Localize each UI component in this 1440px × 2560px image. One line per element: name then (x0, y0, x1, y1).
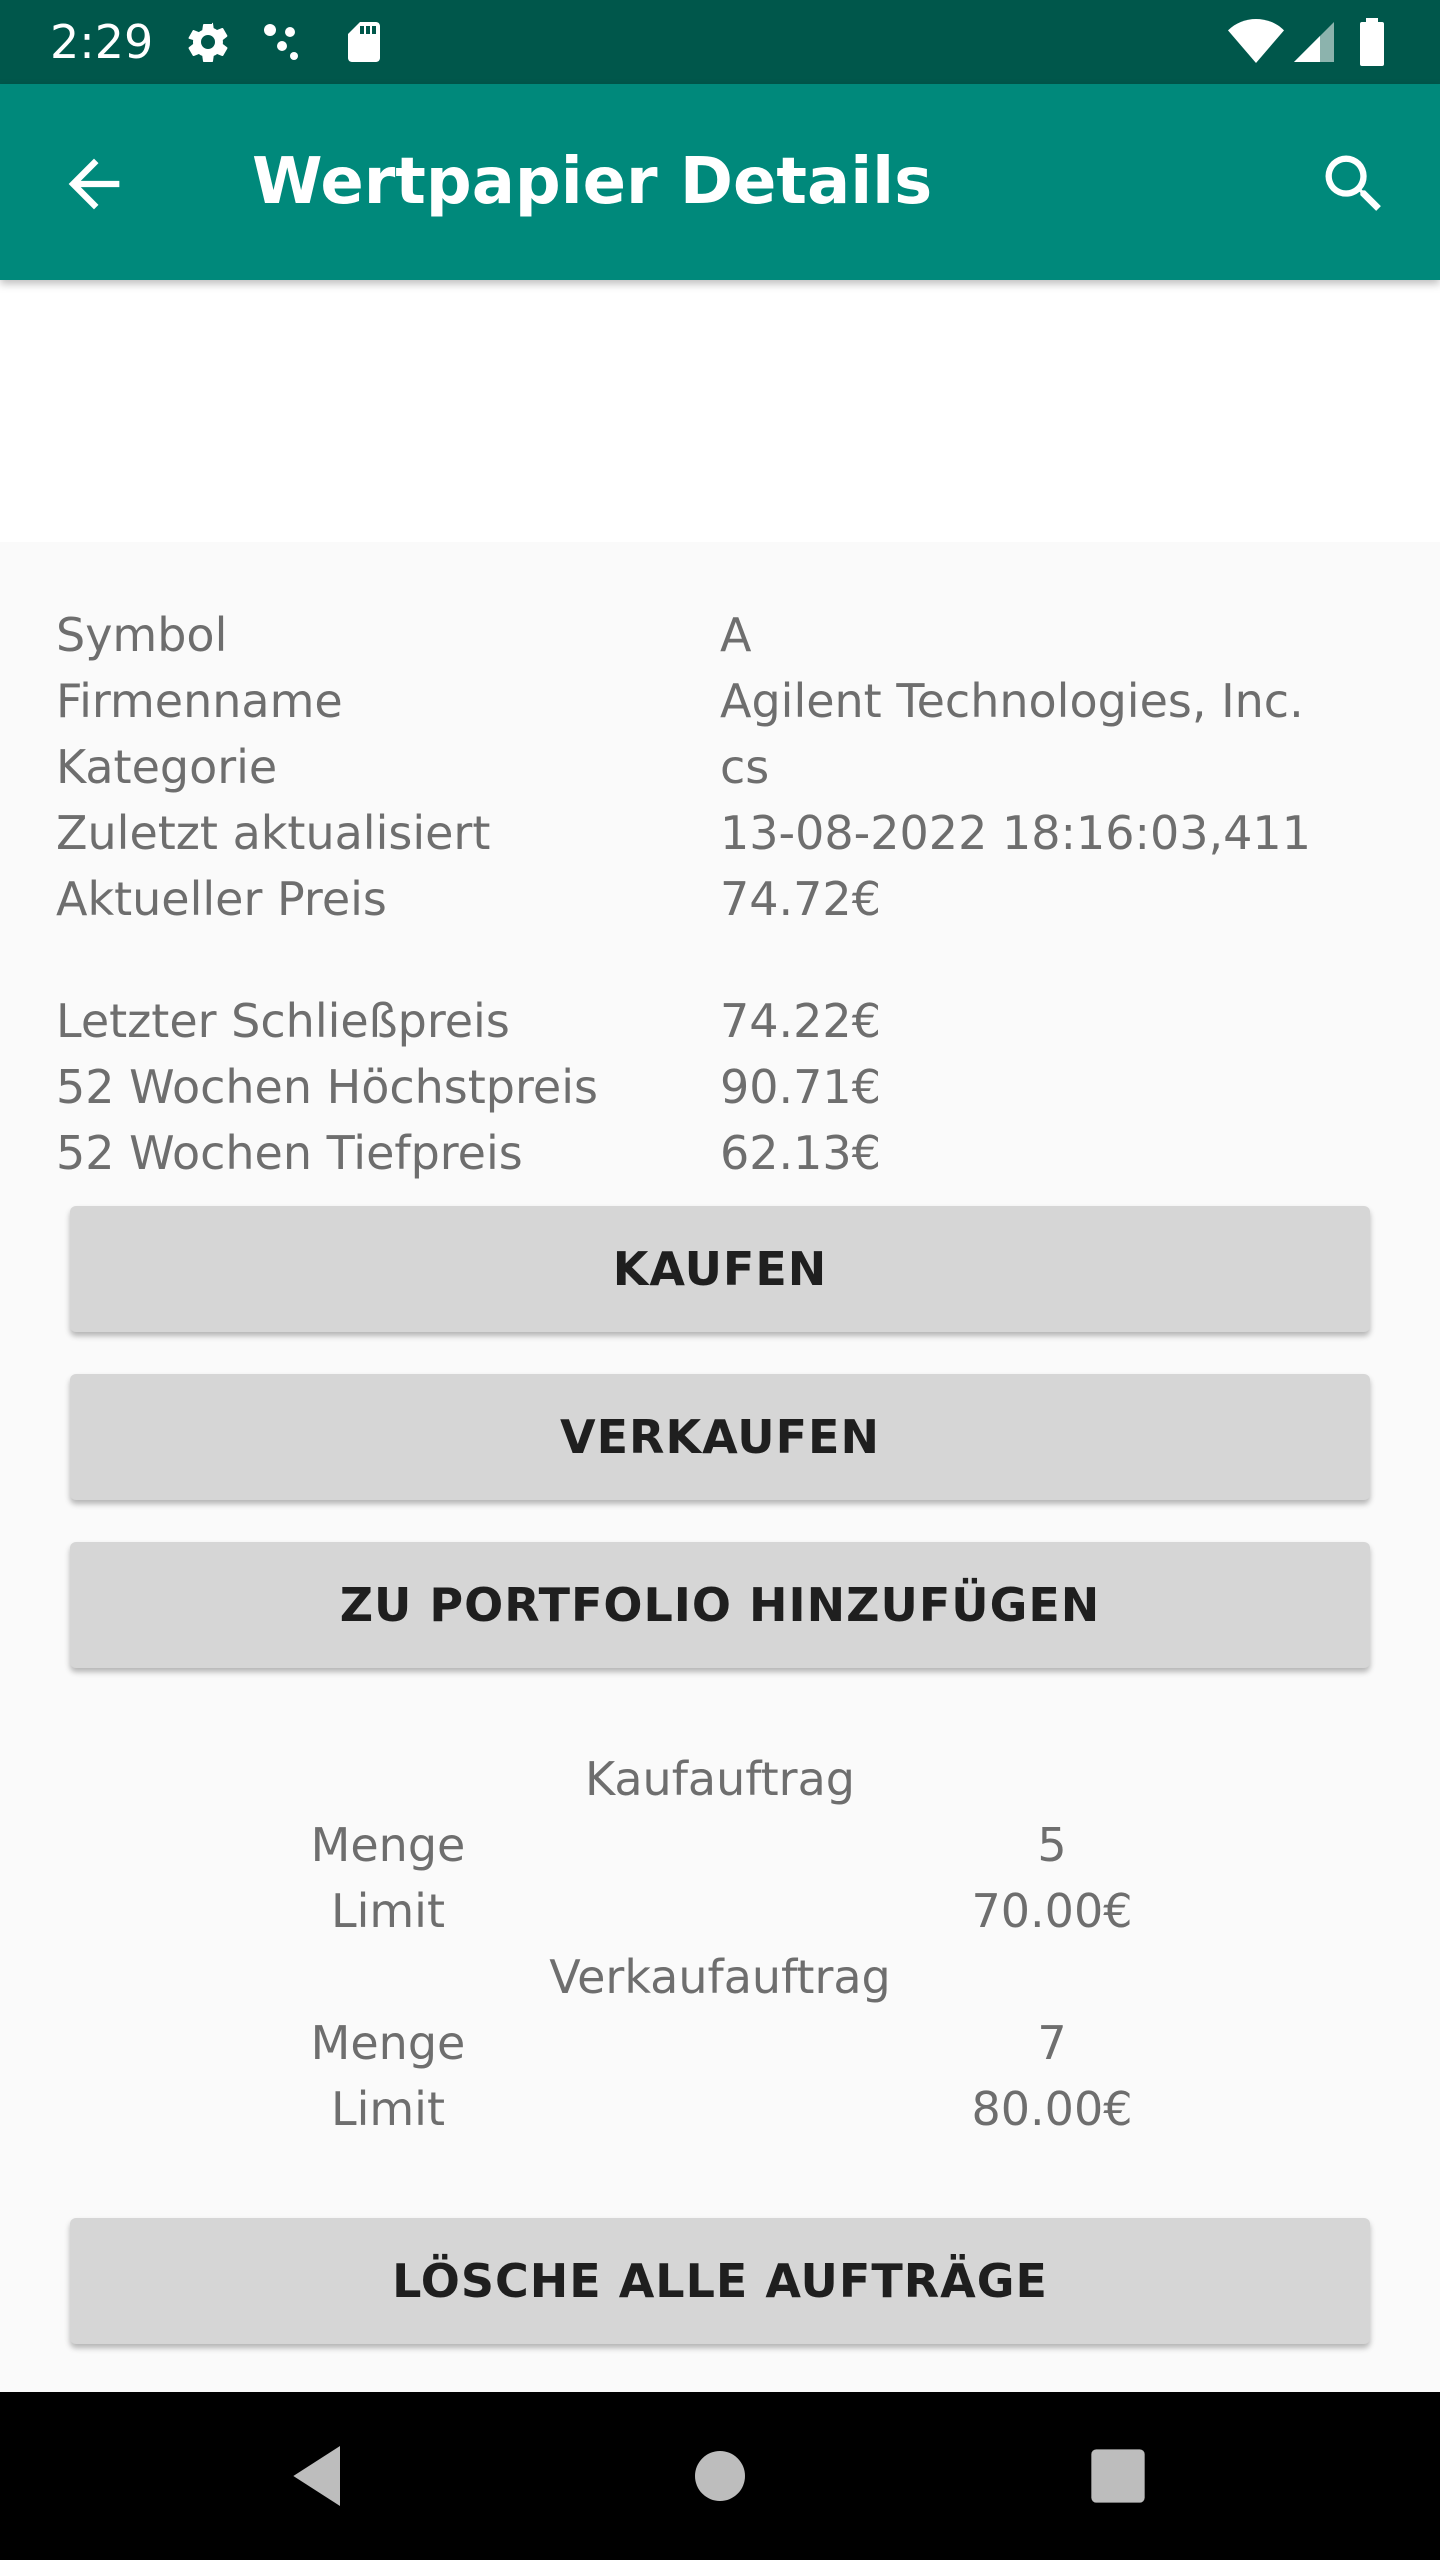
detail-label: 52 Wochen Höchstpreis (56, 1060, 598, 1114)
arrow-back-icon[interactable] (56, 146, 132, 222)
detail-value: A (720, 608, 752, 662)
sell-button[interactable]: VERKAUFEN (70, 1374, 1370, 1500)
sd-card-icon (348, 22, 380, 62)
detail-value: cs (720, 740, 770, 794)
detail-label: Zuletzt aktualisiert (56, 806, 491, 860)
settings-icon (188, 22, 228, 63)
detail-row-52w-low: 52 Wochen Tiefpreis 62.13€ (0, 1120, 1440, 1186)
detail-label: Symbol (56, 608, 228, 662)
search-icon[interactable] (1316, 146, 1392, 222)
detail-row-current-price: Aktueller Preis 74.72€ (0, 866, 1440, 932)
status-time: 2:29 (50, 15, 154, 69)
detail-value: 13-08-2022 18:16:03,411 (720, 806, 1311, 860)
detail-label: Firmenname (56, 674, 343, 728)
home-circle-icon[interactable] (680, 2436, 760, 2516)
buy-order-limit-row: Limit 70.00€ (0, 1878, 1440, 1944)
detail-label: Aktueller Preis (56, 872, 387, 926)
order-quantity-label: Menge (310, 2016, 466, 2070)
battery-icon (1360, 18, 1384, 66)
detail-label: 52 Wochen Tiefpreis (56, 1126, 523, 1180)
detail-row-52w-high: 52 Wochen Höchstpreis 90.71€ (0, 1054, 1440, 1120)
add-to-portfolio-button[interactable]: ZU PORTFOLIO HINZUFÜGEN (70, 1542, 1370, 1668)
navigation-bar (0, 2392, 1440, 2560)
network-dots-icon (264, 24, 298, 60)
app-bar: Wertpapier Details (0, 84, 1440, 280)
order-quantity-value: 7 (1037, 2016, 1067, 2070)
wifi-icon (1228, 18, 1284, 63)
detail-value: 62.13€ (720, 1126, 881, 1180)
buy-order-quantity-row: Menge 5 (0, 1812, 1440, 1878)
order-limit-label: Limit (330, 1884, 446, 1938)
order-limit-value: 80.00€ (971, 2082, 1133, 2136)
detail-label: Letzter Schließpreis (56, 994, 510, 1048)
sell-order-quantity-row: Menge 7 (0, 2010, 1440, 2076)
order-quantity-value: 5 (1037, 1818, 1067, 1872)
header-spacer (0, 280, 1440, 542)
detail-row-company: Firmenname Agilent Technologies, Inc. (0, 668, 1440, 734)
sell-order-heading: Verkaufauftrag (549, 1950, 891, 2004)
buy-order-heading: Kaufauftrag (585, 1752, 855, 1806)
detail-value: 74.22€ (720, 994, 881, 1048)
detail-row-last-close: Letzter Schließpreis 74.22€ (0, 988, 1440, 1054)
sell-order-limit-row: Limit 80.00€ (0, 2076, 1440, 2142)
detail-row-updated: Zuletzt aktualisiert 13-08-2022 18:16:03… (0, 800, 1440, 866)
cell-signal-icon (1294, 22, 1334, 62)
detail-value: 90.71€ (720, 1060, 881, 1114)
detail-label: Kategorie (56, 740, 278, 794)
detail-value: 74.72€ (720, 872, 881, 926)
detail-value: Agilent Technologies, Inc. (720, 674, 1304, 728)
detail-row-symbol: Symbol A (0, 602, 1440, 668)
back-triangle-icon[interactable] (280, 2436, 360, 2516)
order-limit-value: 70.00€ (971, 1884, 1133, 1938)
order-limit-label: Limit (330, 2082, 446, 2136)
detail-row-category: Kategorie cs (0, 734, 1440, 800)
order-quantity-label: Menge (310, 1818, 466, 1872)
delete-all-orders-button[interactable]: LÖSCHE ALLE AUFTRÄGE (70, 2218, 1370, 2344)
recents-square-icon[interactable] (1078, 2436, 1158, 2516)
buy-button[interactable]: KAUFEN (70, 1206, 1370, 1332)
status-bar: 2:29 (0, 0, 1440, 84)
page-title: Wertpapier Details (252, 145, 933, 219)
